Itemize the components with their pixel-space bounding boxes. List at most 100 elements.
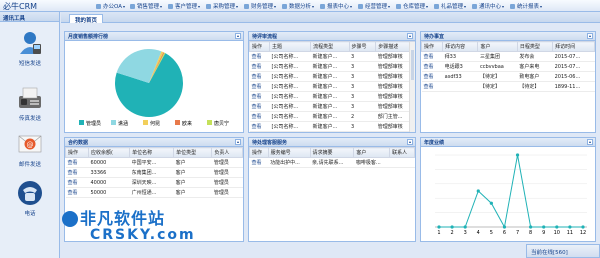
table-cell: 咖啡极客... [353,157,390,168]
column-header[interactable]: 单位名称 [129,147,175,158]
column-header[interactable]: 拜访时间 [552,41,595,52]
view-link[interactable]: 查看 [65,157,89,168]
column-header[interactable]: 操作 [249,147,269,158]
table-cell: 管理员 [211,167,243,178]
table-cell: 管理员 [211,177,243,188]
table-cell: 3 [349,101,376,112]
menu-item-2[interactable]: 客户管理 ▾ [168,1,200,11]
column-header[interactable]: 应收余额( [87,147,131,158]
table-row: 查看 功能出护中... 亲,请先联系... 咖啡极客... [249,157,415,168]
column-header[interactable]: 客户 [353,147,391,158]
menu-item-9[interactable]: 礼品管理 ▾ [434,1,466,11]
collapse-button[interactable]: ▴ [235,33,241,39]
sms-tool[interactable]: 短信发送 [10,30,50,67]
column-header[interactable]: 服务编号 [267,147,311,158]
collapse-button[interactable]: ▴ [407,139,413,145]
menu-item-0[interactable]: 办公OA ▾ [96,1,125,11]
table-cell: 新建客户... [310,71,349,82]
legend-label: 欧来 [182,120,192,127]
column-header[interactable]: 操作 [65,147,89,158]
table-cell: [公司名称... [269,51,311,62]
table-cell: 新建客户... [310,81,349,92]
menu-item-4[interactable]: 财务管理 ▾ [244,1,276,11]
table-cell: 3 [349,51,376,62]
title-bar: 必牛CRM 办公OA ▾ 销售管理 ▾ 客户管理 ▾ 采购管理 ▾ 财务管理 ▾ 数据分析 ▾ 报表中心… [0,0,600,12]
orders-table: 操作 应收余额(单位名称 单位类型 负责人 查看 60000 中国平安... 客户 管理员 查看 3… [65,147,243,198]
vertical-scrollbar[interactable] [409,42,415,132]
x-tick-label: 4 [477,230,480,236]
view-link[interactable]: 查看 [249,51,270,62]
column-header[interactable]: 联系人 [389,147,415,158]
table-row: 查看 50000 广州恒通... 客户 管理员 [65,187,243,198]
table-cell: asdf33 [442,71,478,82]
view-link[interactable]: 查看 [249,61,270,72]
collapse-button[interactable]: ▴ [407,33,413,39]
menu-item-7[interactable]: 经营管理 ▾ [358,1,390,11]
column-header[interactable]: 负责人 [211,147,243,158]
column-header[interactable]: 日程类型 [516,41,554,52]
fax-tool[interactable]: 传真发送 [10,85,50,122]
menu-item-6[interactable]: 报表中心 ▾ [320,1,352,11]
table-cell: 客户来电 [517,61,553,72]
pending-table: 操作 拜访内容 客户 日程类型 拜访时间 查看 拜33 三星集团 发布会 2015-07... 查看… [421,41,595,92]
column-header[interactable]: 客户 [477,41,518,52]
view-link[interactable]: 查看 [249,91,270,102]
menu-item-5[interactable]: 数据分析 ▾ [282,1,314,11]
view-link[interactable]: 查看 [421,51,443,62]
collapse-button[interactable]: ▴ [587,139,593,145]
table-cell: 三星集团 [477,51,518,62]
menu-item-11[interactable]: 统计报表 ▾ [510,1,542,11]
menu-item-1[interactable]: 销售管理 ▾ [130,1,162,11]
menu-item-8[interactable]: 仓库管理 ▾ [396,1,428,11]
table-row: 查看 60000 中国平安... 客户 管理员 [65,157,243,168]
column-header[interactable]: 拜访内容 [442,41,479,52]
tab-home[interactable]: 我的首页 [69,14,104,24]
table-cell: [公司名称... [269,81,311,92]
phone-tool[interactable]: 电话 [10,180,50,217]
view-link[interactable]: 查看 [249,157,269,168]
column-header[interactable]: 操作 [421,41,444,52]
view-link[interactable]: 查看 [249,111,270,122]
email-tool[interactable]: @ 邮件发送 [10,131,50,168]
column-header[interactable]: 单位类型 [173,147,213,158]
collapse-button[interactable]: ▴ [587,33,593,39]
view-link[interactable]: 查看 [249,71,270,82]
table-cell: 客户 [173,157,212,168]
column-header[interactable]: 请求摘要 [309,147,355,158]
view-link[interactable]: 查看 [249,101,270,112]
column-header[interactable]: 步骤号 [348,41,377,52]
chevron-down-icon: ▾ [198,3,201,9]
column-header[interactable]: 流程类型 [310,41,350,52]
table-cell: 3 [349,121,376,132]
menu-icon [358,3,363,9]
phone-label: 电话 [24,211,36,217]
table-cell: 1899-11... [552,81,595,92]
menu-item-10[interactable]: 通讯中心 ▾ [472,1,504,11]
table-cell: 亲,请先联系... [310,157,354,168]
chevron-down-icon: ▾ [160,3,163,9]
table-cell: 电话跟3 [442,61,478,72]
view-link[interactable]: 查看 [65,167,89,178]
view-link[interactable]: 查看 [421,71,443,82]
legend-swatch [111,120,116,125]
view-link[interactable]: 查看 [421,61,443,72]
view-link[interactable]: 查看 [65,187,89,198]
table-cell: 深圳天映... [129,177,174,188]
table-cell: 东南集团... [129,167,174,178]
view-link[interactable]: 查看 [249,81,270,92]
x-tick-label: 11 [567,230,573,236]
x-tick-label: 1 [437,230,440,236]
menu-item-3[interactable]: 采购管理 ▾ [206,1,238,11]
column-header[interactable]: 主题 [269,41,312,52]
view-link[interactable]: 查看 [421,81,443,92]
annual-panel: 年度业绩 ▴ 1 2 3 4 5 6 7 8 9 10 11 12 [420,137,596,242]
table-cell: 3 [349,61,376,72]
column-header[interactable]: 操作 [249,41,271,52]
view-link[interactable]: 查看 [249,121,270,132]
collapse-button[interactable]: ▴ [235,139,241,145]
view-link[interactable]: 查看 [65,177,89,188]
table-row: 查看 【待定】 【待定】 1899-11... [421,81,595,92]
menu-icon [320,3,325,9]
table-cell: 中国平安... [129,157,174,168]
table-cell: 新建客户... [310,61,349,72]
